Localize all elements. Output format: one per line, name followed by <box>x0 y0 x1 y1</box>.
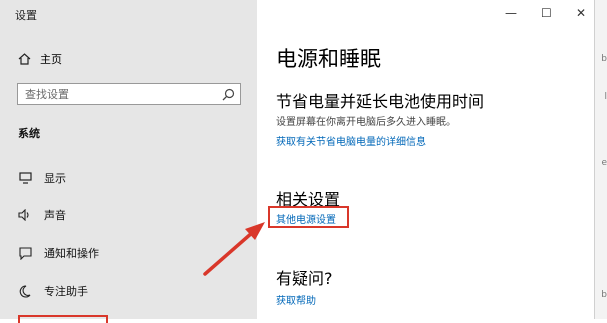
moon-icon <box>18 284 32 298</box>
search-input[interactable]: 查找设置 <box>17 83 241 105</box>
sidebar-item-label: 声音 <box>44 209 66 222</box>
sidebar-item-label: 专注助手 <box>44 285 88 298</box>
sidebar-section-title: 系统 <box>18 127 40 140</box>
sidebar-home-label: 主页 <box>40 53 62 66</box>
help-heading: 有疑问? <box>276 269 333 288</box>
search-icon[interactable] <box>222 88 235 101</box>
home-icon <box>18 53 31 65</box>
sidebar-item-label: 通知和操作 <box>44 247 99 260</box>
sidebar-item-notifications[interactable]: 通知和操作 <box>18 245 99 261</box>
get-help-link[interactable]: 获取帮助 <box>276 292 316 307</box>
sidebar-item-display[interactable]: 显示 <box>18 170 66 186</box>
maximize-button[interactable]: ☐ <box>541 6 552 20</box>
sidebar-item-label: 显示 <box>44 172 66 185</box>
sidebar-item-focus-assist[interactable]: 专注助手 <box>18 283 88 299</box>
window-title: 设置 <box>15 9 37 22</box>
battery-heading: 节省电量并延长电池使用时间 <box>276 92 485 111</box>
close-button[interactable]: ✕ <box>576 6 586 20</box>
page-title: 电源和睡眠 <box>276 47 381 71</box>
background-window-edge: b l e b <box>594 0 607 319</box>
highlight-box-sidebar <box>18 315 108 323</box>
display-icon <box>18 171 32 185</box>
annotation-arrow <box>203 222 265 276</box>
search-placeholder: 查找设置 <box>25 88 69 101</box>
highlight-box-link <box>268 206 349 228</box>
battery-description: 设置屏幕在你离开电脑后多久进入睡眠。 <box>276 117 456 128</box>
battery-info-link[interactable]: 获取有关节省电脑电量的详细信息 <box>276 133 426 148</box>
notification-icon <box>18 246 32 260</box>
minimize-button[interactable]: — <box>505 6 517 20</box>
sidebar-home[interactable]: 主页 <box>18 51 62 67</box>
sidebar-item-sound[interactable]: 声音 <box>18 207 66 223</box>
sound-icon <box>18 208 32 222</box>
